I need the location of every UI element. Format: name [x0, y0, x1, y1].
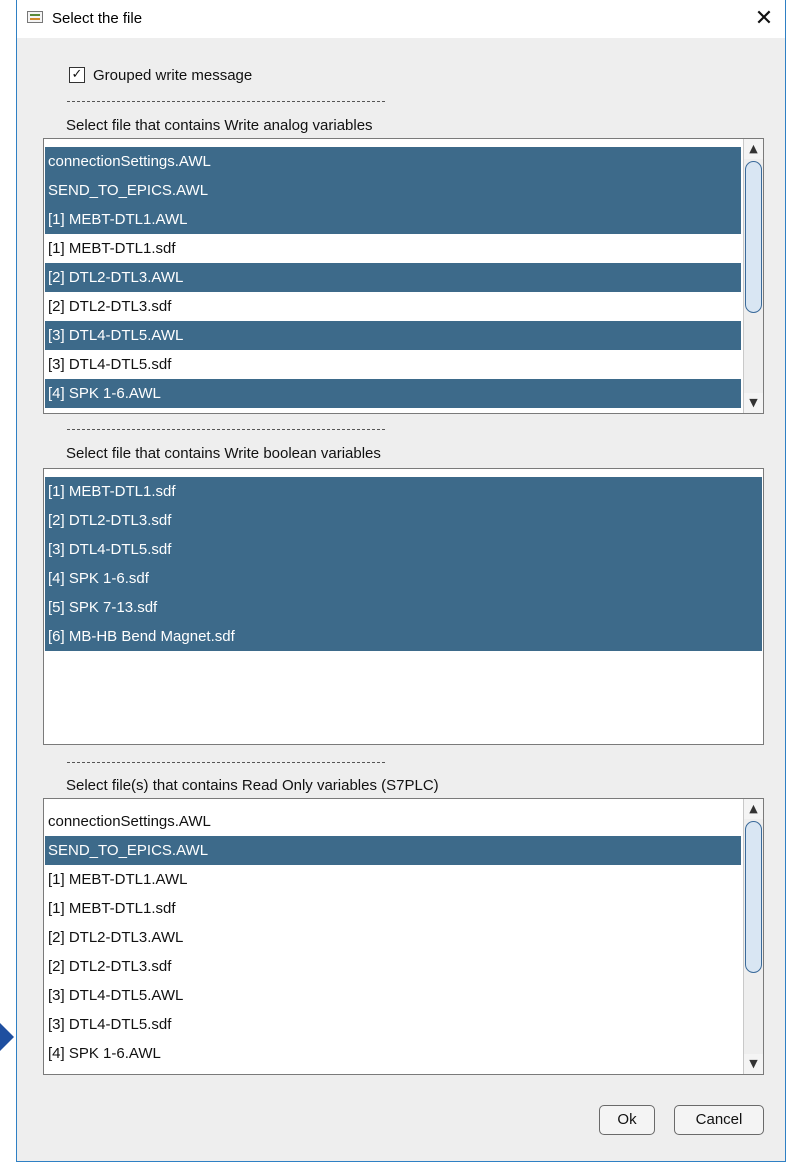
grouped-write-label[interactable]: Grouped write message: [93, 67, 252, 84]
cancel-button[interactable]: Cancel: [674, 1105, 764, 1135]
analog-list-items: connectionSettings.AWL SEND_TO_EPICS.AWL[…: [45, 147, 741, 408]
list-item[interactable]: [2] DTL2-DTL3.AWL: [45, 923, 741, 952]
select-file-dialog: Select the file ✕ ✓ Grouped write messag…: [16, 0, 786, 1162]
list-item[interactable]: [2] DTL2-DTL3.sdf: [45, 506, 762, 535]
readonly-scrollbar[interactable]: ▲ ▼: [743, 799, 763, 1074]
readonly-list-items: connectionSettings.AWL SEND_TO_EPICS.AWL[…: [45, 807, 741, 1068]
list-item[interactable]: SEND_TO_EPICS.AWL: [45, 176, 741, 205]
boolean-section-label: Select file that contains Write boolean …: [66, 445, 381, 462]
grouped-write-option[interactable]: ✓ Grouped write message: [69, 64, 252, 86]
scroll-thumb[interactable]: [745, 821, 762, 973]
list-item[interactable]: SEND_TO_EPICS.AWL: [45, 836, 741, 865]
divider: [67, 762, 385, 763]
list-item[interactable]: [3] DTL4-DTL5.AWL: [45, 981, 741, 1010]
list-item[interactable]: connectionSettings.AWL: [45, 807, 741, 836]
scroll-thumb[interactable]: [745, 161, 762, 313]
list-item[interactable]: [1] MEBT-DTL1.sdf: [45, 234, 741, 263]
list-item[interactable]: [4] SPK 1-6.sdf: [45, 564, 762, 593]
list-item[interactable]: [1] MEBT-DTL1.sdf: [45, 477, 762, 506]
list-item[interactable]: [1] MEBT-DTL1.AWL: [45, 865, 741, 894]
boolean-file-list[interactable]: [1] MEBT-DTL1.sdf [2] DTL2-DTL3.sdf [3] DT…: [43, 468, 764, 745]
list-item[interactable]: [6] MB-HB Bend Magnet.sdf: [45, 622, 762, 651]
list-item[interactable]: [4] SPK 1-6.AWL: [45, 379, 741, 408]
list-item[interactable]: [2] DTL2-DTL3.AWL: [45, 263, 741, 292]
list-item[interactable]: [5] SPK 7-13.sdf: [45, 593, 762, 622]
analog-scrollbar[interactable]: ▲ ▼: [743, 139, 763, 413]
list-item[interactable]: [1] MEBT-DTL1.sdf: [45, 894, 741, 923]
close-icon[interactable]: ✕: [749, 4, 779, 34]
list-item[interactable]: [1] MEBT-DTL1.AWL: [45, 205, 741, 234]
list-item[interactable]: [3] DTL4-DTL5.sdf: [45, 350, 741, 379]
scroll-up-arrow-icon[interactable]: ▲: [744, 139, 763, 159]
list-item[interactable]: [2] DTL2-DTL3.sdf: [45, 952, 741, 981]
scroll-up-arrow-icon[interactable]: ▲: [744, 799, 763, 819]
list-item[interactable]: [4] SPK 1-6.AWL: [45, 1039, 741, 1068]
list-item[interactable]: connectionSettings.AWL: [45, 147, 741, 176]
divider: [67, 429, 385, 430]
scroll-down-arrow-icon[interactable]: ▼: [744, 393, 763, 413]
divider: [67, 101, 385, 102]
pointer-arrow-icon: [0, 1023, 14, 1051]
readonly-section-label: Select file(s) that contains Read Only v…: [66, 777, 439, 794]
window-title: Select the file: [52, 10, 143, 27]
analog-file-list[interactable]: connectionSettings.AWL SEND_TO_EPICS.AWL[…: [43, 138, 764, 414]
grouped-write-checkbox[interactable]: ✓: [69, 67, 85, 83]
list-item[interactable]: [2] DTL2-DTL3.sdf: [45, 292, 741, 321]
boolean-list-items: [1] MEBT-DTL1.sdf [2] DTL2-DTL3.sdf [3] DT…: [45, 477, 762, 651]
title-bar: Select the file ✕: [17, 0, 785, 38]
list-item[interactable]: [3] DTL4-DTL5.AWL: [45, 321, 741, 350]
list-item[interactable]: [3] DTL4-DTL5.sdf: [45, 535, 762, 564]
scroll-down-arrow-icon[interactable]: ▼: [744, 1054, 763, 1074]
readonly-file-list[interactable]: connectionSettings.AWL SEND_TO_EPICS.AWL[…: [43, 798, 764, 1075]
list-item[interactable]: [3] DTL4-DTL5.sdf: [45, 1010, 741, 1039]
app-icon: [27, 11, 43, 23]
ok-button[interactable]: Ok: [599, 1105, 655, 1135]
analog-section-label: Select file that contains Write analog v…: [66, 117, 373, 134]
